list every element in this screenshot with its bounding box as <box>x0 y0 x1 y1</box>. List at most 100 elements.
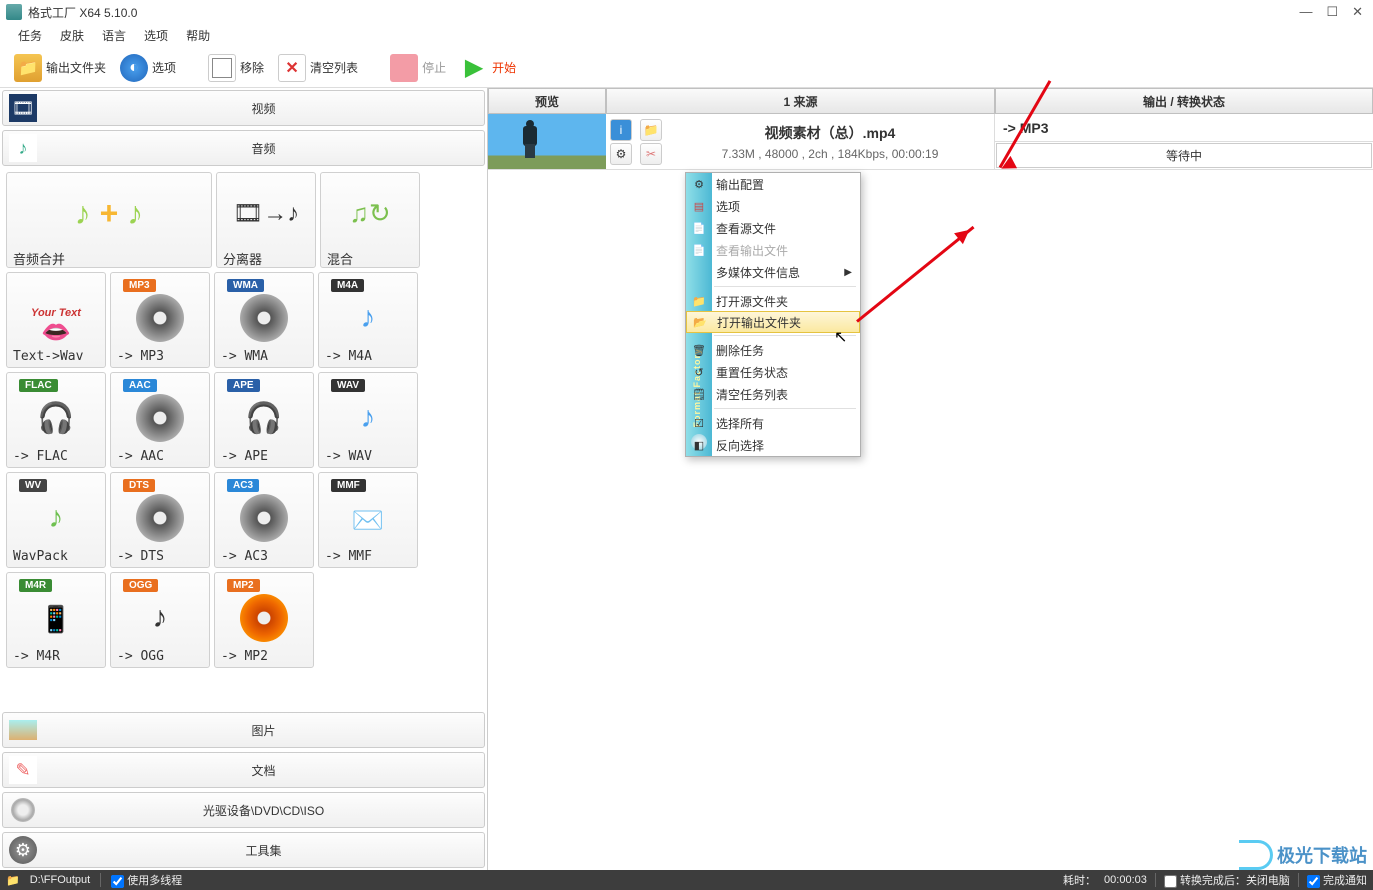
cd-icon <box>9 796 37 824</box>
task-row[interactable]: i ⚙ 📁 ✂ 视频素材（总）.mp4 7.33M , 48000 , 2ch … <box>488 114 1373 170</box>
header-output[interactable]: 输出 / 转换状态 <box>995 88 1373 114</box>
stop-button[interactable]: 停止 <box>386 52 450 84</box>
ctx-open-source-folder[interactable]: 📁打开源文件夹 <box>686 290 860 312</box>
clear-icon: ✕ <box>278 54 306 82</box>
minimize-button[interactable]: — <box>1299 4 1312 20</box>
ctx-view-source[interactable]: 📄查看源文件 <box>686 217 860 239</box>
tile-text-wav[interactable]: Your Text👄 Text->Wav <box>6 272 106 368</box>
delete-icon: 🗑 <box>691 342 707 358</box>
category-cd-label: 光驱设备\DVD\CD\ISO <box>43 802 484 819</box>
menu-help[interactable]: 帮助 <box>186 27 210 44</box>
clear-list-button[interactable]: ✕ 清空列表 <box>274 52 362 84</box>
task-output-format: -> MP3 <box>995 114 1373 142</box>
category-cd[interactable]: 光驱设备\DVD\CD\ISO <box>2 792 485 828</box>
start-button[interactable]: ▶ 开始 <box>456 52 520 84</box>
ctx-view-output: 📄查看输出文件 <box>686 239 860 261</box>
category-picture[interactable]: 图片 <box>2 712 485 748</box>
tile-label: -> AC3 <box>221 549 307 565</box>
tile-mmf[interactable]: MMF✉️ -> MMF <box>318 472 418 568</box>
tile-audio-merge[interactable]: ♪ + ♪ 音频合并 <box>6 172 212 268</box>
list-icon: ▤ <box>691 198 707 214</box>
output-path[interactable]: D:\FFOutput <box>30 874 91 886</box>
tile-mp2[interactable]: MP2 -> MP2 <box>214 572 314 668</box>
options-button[interactable]: ◐ 选项 <box>116 52 180 84</box>
badge: AAC <box>123 379 157 392</box>
status-bar: 📁 D:\FFOutput 使用多线程 耗时：00:00:03 转换完成后：关闭… <box>0 870 1373 890</box>
settings-icon[interactable]: ⚙ <box>610 143 632 165</box>
tile-ogg[interactable]: OGG♪ -> OGG <box>110 572 210 668</box>
info-icon[interactable]: i <box>610 119 632 141</box>
header-source[interactable]: 1 来源 <box>606 88 995 114</box>
menu-language[interactable]: 语言 <box>102 27 126 44</box>
tile-label: -> MP2 <box>221 649 307 665</box>
tile-label: -> MMF <box>325 549 411 565</box>
tile-ape[interactable]: APE🎧 -> APE <box>214 372 314 468</box>
menu-skin[interactable]: 皮肤 <box>60 27 84 44</box>
tile-wav[interactable]: WAV♪ -> WAV <box>318 372 418 468</box>
clear-icon: 🗒 <box>691 386 707 402</box>
category-tools-label: 工具集 <box>43 842 484 859</box>
task-panel: 预览 1 来源 输出 / 转换状态 i ⚙ 📁 ✂ 视频素材（总）.mp4 7.… <box>488 88 1373 870</box>
tile-m4a[interactable]: M4A♪ -> M4A <box>318 272 418 368</box>
tile-mp3[interactable]: MP3 -> MP3 <box>110 272 210 368</box>
stop-icon <box>390 54 418 82</box>
options-icon: ◐ <box>120 54 148 82</box>
tile-wavpack[interactable]: WV♪ WavPack <box>6 472 106 568</box>
header-preview[interactable]: 预览 <box>488 88 606 114</box>
category-tools[interactable]: ⚙ 工具集 <box>2 832 485 868</box>
menu-task[interactable]: 任务 <box>18 27 42 44</box>
close-button[interactable]: ✕ <box>1352 4 1363 20</box>
ctx-label: 选择所有 <box>716 415 764 432</box>
tile-splitter[interactable]: 🎞→♪ 分离器 <box>216 172 316 268</box>
category-document[interactable]: ✎ 文档 <box>2 752 485 788</box>
ctx-media-info[interactable]: 多媒体文件信息▶ <box>686 261 860 283</box>
play-icon: ▶ <box>460 54 488 82</box>
select-all-icon: ☑ <box>691 415 707 431</box>
after-label: 转换完成后： <box>1180 875 1246 887</box>
tile-label: -> FLAC <box>13 449 99 465</box>
watermark-text: 极光下载站 <box>1277 842 1367 868</box>
document-icon: ✎ <box>9 756 37 784</box>
multithread-checkbox[interactable]: 使用多线程 <box>111 872 182 888</box>
ctx-label: 删除任务 <box>716 342 764 359</box>
tile-ac3[interactable]: AC3 -> AC3 <box>214 472 314 568</box>
ctx-clear-tasks[interactable]: 🗒清空任务列表 <box>686 383 860 405</box>
ctx-label: 反向选择 <box>716 437 764 454</box>
tile-aac[interactable]: AAC -> AAC <box>110 372 210 468</box>
after-convert-checkbox[interactable]: 转换完成后：关闭电脑 <box>1164 872 1290 888</box>
remove-icon <box>208 54 236 82</box>
remove-button[interactable]: 移除 <box>204 52 268 84</box>
category-audio-label: 音频 <box>43 140 484 157</box>
menu-options[interactable]: 选项 <box>144 27 168 44</box>
ctx-label: 查看源文件 <box>716 220 776 237</box>
multithread-label: 使用多线程 <box>127 875 182 887</box>
ctx-output-config[interactable]: ⚙输出配置 <box>686 173 860 195</box>
maximize-button[interactable]: ☐ <box>1326 4 1338 20</box>
output-folder-button[interactable]: 📁 输出文件夹 <box>10 52 110 84</box>
notify-checkbox[interactable]: 完成通知 <box>1307 872 1367 888</box>
tile-dts[interactable]: DTS -> DTS <box>110 472 210 568</box>
ctx-reset-status[interactable]: ↺重置任务状态 <box>686 361 860 383</box>
tile-m4r[interactable]: M4R📱 -> M4R <box>6 572 106 668</box>
ctx-select-all[interactable]: ☑ 选择所有 <box>686 412 860 434</box>
tile-mix[interactable]: ♫↻ 混合 <box>320 172 420 268</box>
ctx-options[interactable]: ▤选项 <box>686 195 860 217</box>
category-video[interactable]: 🎞 视频 <box>2 90 485 126</box>
task-status: 等待中 <box>996 143 1372 168</box>
task-thumbnail <box>488 114 606 169</box>
ctx-label: 重置任务状态 <box>716 364 788 381</box>
task-metadata: 7.33M , 48000 , 2ch , 184Kbps, 00:00:19 <box>722 147 939 161</box>
folder-icon: 📁 <box>6 874 20 887</box>
toolbar: 📁 输出文件夹 ◐ 选项 移除 ✕ 清空列表 停止 ▶ 开始 <box>0 48 1373 88</box>
badge: WV <box>19 479 47 492</box>
folder-icon[interactable]: 📁 <box>640 119 662 141</box>
tile-flac[interactable]: FLAC🎧 -> FLAC <box>6 372 106 468</box>
ctx-invert-selection[interactable]: ◧反向选择 <box>686 434 860 456</box>
tile-wma[interactable]: WMA -> WMA <box>214 272 314 368</box>
elapsed-label: 耗时： <box>1063 872 1096 888</box>
range-icon[interactable]: ✂ <box>640 143 662 165</box>
tile-label: -> M4R <box>13 649 99 665</box>
category-audio[interactable]: ♪ 音频 <box>2 130 485 166</box>
badge: MP2 <box>227 579 260 592</box>
tile-label: -> DTS <box>117 549 203 565</box>
